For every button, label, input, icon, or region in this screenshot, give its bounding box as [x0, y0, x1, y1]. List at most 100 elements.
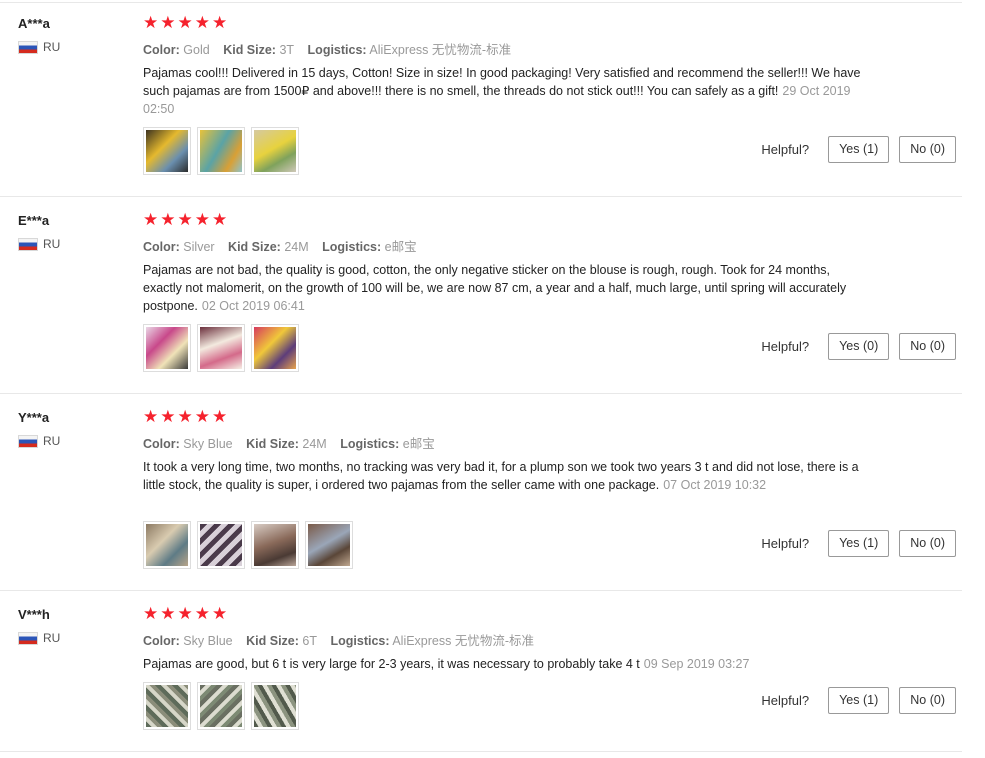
star-icon: ★ — [212, 604, 228, 623]
reviewer-name: V***h — [18, 607, 50, 622]
helpful-votes: Helpful? Yes (1) No (0) — [761, 136, 956, 163]
helpful-no-button[interactable]: No (0) — [899, 687, 956, 714]
photo-thumbnail[interactable] — [251, 127, 299, 175]
review-date: 07 Oct 2019 10:32 — [663, 478, 767, 492]
photo-thumbnail[interactable] — [143, 127, 191, 175]
photo-thumbnail[interactable] — [197, 521, 245, 569]
review-item: Y***a RU ★ ★ ★ ★ ★ Color: Sky Blue Kid Size:… — [0, 394, 962, 591]
reviewer-name: A***a — [18, 16, 50, 31]
kid-size-label: Kid Size: — [246, 634, 299, 648]
star-icon: ★ — [177, 604, 193, 623]
photo-thumbnail[interactable] — [197, 127, 245, 175]
russia-flag-icon — [18, 237, 38, 251]
photo-thumbnail[interactable] — [143, 682, 191, 730]
helpful-label: Helpful? — [761, 142, 810, 157]
photo-thumbnail[interactable] — [143, 521, 191, 569]
color-value: Sky Blue — [183, 437, 233, 451]
helpful-no-button[interactable]: No (0) — [899, 333, 956, 360]
review-attributes: Color: Sky Blue Kid Size: 6T Logistics: … — [143, 630, 544, 649]
review-text: Pajamas are good, but 6 t is very large … — [143, 655, 868, 673]
russia-flag-icon — [18, 434, 38, 448]
star-icon: ★ — [143, 210, 159, 229]
star-rating: ★ ★ ★ ★ ★ — [143, 211, 227, 229]
photo-thumbnail[interactable] — [143, 324, 191, 372]
country-code: RU — [43, 237, 61, 251]
photo-thumbnail[interactable] — [305, 521, 353, 569]
review-text: Pajamas cool!!! Delivered in 15 days, Co… — [143, 64, 868, 118]
reviewer-country: RU — [18, 434, 60, 448]
review-attributes: Color: Silver Kid Size: 24M Logistics: e… — [143, 236, 427, 255]
kid-size-value: 24M — [284, 240, 309, 254]
color-value: Gold — [183, 43, 210, 57]
photo-thumbnail[interactable] — [197, 682, 245, 730]
logistics-label: Logistics: — [330, 634, 390, 648]
helpful-no-button[interactable]: No (0) — [899, 136, 956, 163]
photo-thumbnail[interactable] — [251, 682, 299, 730]
star-icon: ★ — [160, 604, 176, 623]
star-icon: ★ — [160, 13, 176, 32]
star-icon: ★ — [143, 604, 159, 623]
photo-gallery — [143, 324, 299, 372]
reviewer-name: Y***a — [18, 410, 50, 425]
photo-thumbnail[interactable] — [251, 521, 299, 569]
kid-size-value: 24M — [302, 437, 327, 451]
color-value: Silver — [183, 240, 215, 254]
review-item: V***h RU ★ ★ ★ ★ ★ Color: Sky Blue Kid Size:… — [0, 591, 962, 752]
review-text: It took a very long time, two months, no… — [143, 458, 868, 494]
reviewer-country: RU — [18, 631, 60, 645]
review-body: Pajamas are good, but 6 t is very large … — [143, 657, 640, 671]
photo-thumbnail[interactable] — [251, 324, 299, 372]
helpful-yes-button[interactable]: Yes (1) — [828, 530, 890, 557]
review-list: A***a RU ★ ★ ★ ★ ★ Color: Gold Kid Size: 3T … — [0, 0, 985, 752]
photo-gallery — [143, 521, 353, 569]
star-icon: ★ — [177, 407, 193, 426]
review-date: 02 Oct 2019 06:41 — [201, 299, 305, 313]
kid-size-value: 3T — [279, 43, 295, 57]
star-icon: ★ — [143, 407, 159, 426]
logistics-value: AliExpress 无忧物流-标准 — [369, 43, 512, 57]
review-attributes: Color: Gold Kid Size: 3T Logistics: AliE… — [143, 39, 521, 58]
helpful-yes-button[interactable]: Yes (1) — [828, 136, 890, 163]
color-label: Color: — [143, 43, 180, 57]
russia-flag-icon — [18, 40, 38, 54]
photo-gallery — [143, 127, 299, 175]
star-icon: ★ — [143, 13, 159, 32]
review-date: 09 Sep 2019 03:27 — [643, 657, 750, 671]
kid-size-label: Kid Size: — [228, 240, 281, 254]
country-code: RU — [43, 40, 61, 54]
helpful-label: Helpful? — [761, 339, 810, 354]
helpful-no-button[interactable]: No (0) — [899, 530, 956, 557]
star-rating: ★ ★ ★ ★ ★ — [143, 14, 227, 32]
logistics-value: AliExpress 无忧物流-标准 — [392, 634, 535, 648]
helpful-votes: Helpful? Yes (1) No (0) — [761, 687, 956, 714]
kid-size-value: 6T — [302, 634, 317, 648]
star-icon: ★ — [194, 604, 210, 623]
helpful-votes: Helpful? Yes (0) No (0) — [761, 333, 956, 360]
russia-flag-icon — [18, 631, 38, 645]
logistics-value: e邮宝 — [402, 437, 435, 451]
review-text: Pajamas are not bad, the quality is good… — [143, 261, 868, 315]
kid-size-label: Kid Size: — [223, 43, 276, 57]
helpful-yes-button[interactable]: Yes (0) — [828, 333, 890, 360]
star-icon: ★ — [212, 407, 228, 426]
review-item: E***a RU ★ ★ ★ ★ ★ Color: Silver Kid Size: 2… — [0, 197, 962, 394]
photo-thumbnail[interactable] — [197, 324, 245, 372]
logistics-label: Logistics: — [322, 240, 382, 254]
logistics-label: Logistics: — [307, 43, 367, 57]
helpful-votes: Helpful? Yes (1) No (0) — [761, 530, 956, 557]
star-icon: ★ — [194, 13, 210, 32]
color-label: Color: — [143, 240, 180, 254]
country-code: RU — [43, 631, 61, 645]
helpful-label: Helpful? — [761, 536, 810, 551]
star-icon: ★ — [194, 210, 210, 229]
logistics-label: Logistics: — [340, 437, 400, 451]
reviewer-country: RU — [18, 237, 60, 251]
color-value: Sky Blue — [183, 634, 233, 648]
review-attributes: Color: Sky Blue Kid Size: 24M Logistics:… — [143, 433, 445, 452]
helpful-yes-button[interactable]: Yes (1) — [828, 687, 890, 714]
star-rating: ★ ★ ★ ★ ★ — [143, 408, 227, 426]
star-icon: ★ — [194, 407, 210, 426]
reviewer-country: RU — [18, 40, 60, 54]
star-icon: ★ — [177, 210, 193, 229]
reviewer-name: E***a — [18, 213, 50, 228]
